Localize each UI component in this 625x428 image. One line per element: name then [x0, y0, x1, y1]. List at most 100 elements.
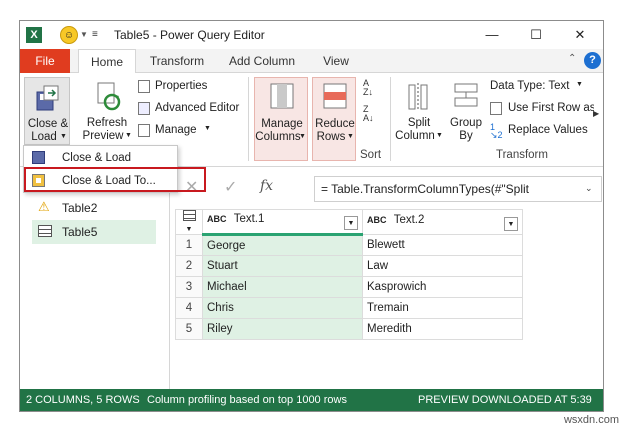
table-cell[interactable]: Riley [202, 318, 363, 340]
power-query-window: X ☺ ▼ ≡ Table5 - Power Query Editor — ☐ … [19, 20, 604, 412]
replace-values-label: Replace Values [508, 124, 588, 136]
tab-view[interactable]: View [314, 49, 358, 73]
transform-group-label: Transform [496, 149, 548, 161]
query-item-table5[interactable]: Table5 [32, 220, 156, 244]
split-column-label-2: Column [395, 130, 435, 142]
row-number[interactable]: 2 [175, 255, 203, 277]
row-number[interactable]: 5 [175, 318, 203, 340]
sort-group-label: Sort [360, 149, 382, 161]
advanced-editor-label: Advanced Editor [155, 102, 240, 114]
row-number[interactable]: 4 [175, 297, 203, 319]
column-header-label: Text.2 [393, 213, 425, 226]
row-number[interactable]: 3 [175, 276, 203, 298]
group-by-icon [454, 83, 478, 107]
table-cell[interactable]: Meredith [362, 318, 523, 340]
maximize-button[interactable]: ☐ [514, 21, 558, 49]
group-by-label-1: Group [450, 117, 482, 129]
tab-file[interactable]: File [20, 49, 70, 73]
table-row[interactable]: 2 Stuart Law [175, 255, 523, 277]
table-cell[interactable]: George [202, 234, 363, 256]
query-item-label: Table5 [62, 225, 98, 239]
fx-icon[interactable]: fx [260, 178, 273, 194]
chevron-down-icon: ▼ [576, 81, 583, 88]
advanced-editor-icon [138, 102, 150, 115]
row-number[interactable]: 1 [175, 234, 203, 256]
chevron-down-icon: ▼ [299, 133, 306, 140]
status-profiling[interactable]: Column profiling based on top 1000 rows [147, 389, 347, 411]
group-by-button[interactable]: Group By [446, 77, 486, 145]
ribbon-scroll-right-icon[interactable]: ▶ [593, 109, 599, 118]
close-load-button[interactable]: Close & Load ▼ [24, 77, 70, 145]
table-cell[interactable]: Law [362, 255, 523, 277]
highlight-box [24, 167, 206, 192]
manage-icon [138, 124, 150, 137]
group-by-label-2: By [459, 130, 473, 142]
formula-text: = Table.TransformColumnTypes(#"Split [321, 182, 530, 196]
title-bar: X ☺ ▼ ≡ Table5 - Power Query Editor — ☐ … [20, 21, 603, 49]
smiley-icon[interactable]: ☺ [60, 26, 78, 44]
collapse-ribbon-icon[interactable]: ⌃ [568, 53, 576, 64]
close-button[interactable]: ✕ [558, 21, 602, 49]
use-first-row-button[interactable]: Use First Row as [490, 101, 594, 117]
chevron-down-icon: ▼ [125, 132, 132, 139]
column-header-text1[interactable]: ABC Text.1 ▼ [202, 209, 363, 236]
table-cell[interactable]: Michael [202, 276, 363, 298]
table-row[interactable]: 5 Riley Meredith [175, 318, 523, 340]
split-column-button[interactable]: Split Column ▼ [394, 77, 444, 145]
data-grid: ▼ ABC Text.1 ▼ ABC Text.2 ▼ 1 George Ble… [175, 209, 523, 340]
select-all-cell[interactable]: ▼ [175, 209, 203, 235]
commit-formula-icon[interactable]: ✓ [224, 177, 237, 197]
reduce-rows-icon [323, 83, 347, 109]
use-first-row-icon [490, 102, 502, 115]
table-row[interactable]: 1 George Blewett [175, 234, 523, 256]
formula-bar: ✕ ✓ fx = Table.TransformColumnTypes(#"Sp… [180, 176, 602, 204]
table-cell[interactable]: Stuart [202, 255, 363, 277]
table-icon [38, 225, 52, 237]
manage-label: Manage [155, 124, 197, 136]
customize-toolbar-icon[interactable]: ≡ [92, 21, 98, 49]
formula-input[interactable]: = Table.TransformColumnTypes(#"Split ⌄ [314, 176, 602, 202]
tab-add-column[interactable]: Add Column [220, 49, 304, 73]
table-cell[interactable]: Blewett [362, 234, 523, 256]
chevron-down-icon[interactable]: ▼ [80, 21, 88, 49]
table-row[interactable]: 3 Michael Kasprowich [175, 276, 523, 298]
table-row[interactable]: 4 Chris Tremain [175, 297, 523, 319]
table-cell[interactable]: Chris [202, 297, 363, 319]
chevron-down-icon[interactable]: ⌄ [585, 183, 593, 194]
table-cell[interactable]: Tremain [362, 297, 523, 319]
refresh-preview-button[interactable]: Refresh Preview ▼ [80, 77, 134, 145]
table-menu-icon[interactable] [182, 210, 196, 222]
refresh-icon [97, 82, 121, 111]
sort-ascending-button[interactable]: A Z↓ [363, 79, 381, 101]
reduce-rows-label-1: Reduce [315, 118, 355, 130]
chevron-down-icon: ▼ [347, 133, 354, 140]
replace-values-icon: 1 ↘2 [490, 122, 503, 140]
tab-transform[interactable]: Transform [142, 49, 212, 73]
use-first-row-label: Use First Row as [508, 102, 594, 114]
table-cell[interactable]: Kasprowich [362, 276, 523, 298]
manage-columns-button[interactable]: Manage Columns ▼ [254, 77, 308, 161]
minimize-button[interactable]: — [470, 21, 514, 49]
reduce-rows-button[interactable]: Reduce Rows ▼ [312, 77, 356, 161]
type-badge[interactable]: ABC [207, 214, 227, 224]
query-item-label: Table2 [62, 201, 98, 215]
refresh-label-2: Preview [82, 130, 124, 142]
column-header-text2[interactable]: ABC Text.2 ▼ [362, 209, 523, 235]
help-icon[interactable]: ? [584, 52, 601, 69]
status-bar: 2 COLUMNS, 5 ROWS Column profiling based… [20, 389, 603, 411]
sort-descending-button[interactable]: Z A↓ [363, 105, 381, 127]
tab-home[interactable]: Home [78, 49, 136, 74]
chevron-down-icon: ▼ [204, 125, 211, 132]
filter-dropdown-icon[interactable]: ▼ [344, 216, 358, 230]
excel-logo-icon: X [26, 27, 42, 43]
split-column-icon [408, 83, 428, 111]
queries-pane: ⚠ Table2 Table5 [20, 167, 170, 389]
type-badge[interactable]: ABC [367, 215, 387, 225]
menu-item-close-load[interactable]: Close & Load [24, 147, 177, 169]
status-summary: 2 COLUMNS, 5 ROWS [26, 394, 140, 406]
filter-dropdown-icon[interactable]: ▼ [504, 216, 518, 231]
ribbon-separator [248, 77, 249, 161]
window-title: Table5 - Power Query Editor [114, 28, 265, 42]
query-item-table2[interactable]: ⚠ Table2 [32, 197, 156, 219]
chevron-down-icon[interactable]: ▼ [186, 226, 193, 233]
